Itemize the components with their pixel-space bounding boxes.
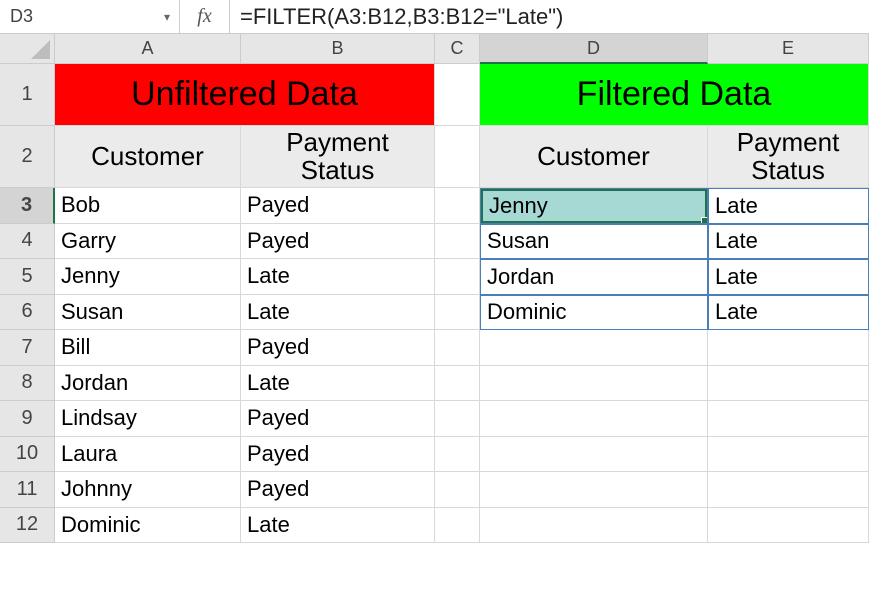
cell-e7[interactable] [708, 330, 869, 366]
cell-e12[interactable] [708, 508, 869, 544]
unfiltered-customer-header[interactable]: Customer [55, 126, 241, 188]
cell-a5[interactable]: Jenny [55, 259, 241, 295]
cell-e8[interactable] [708, 366, 869, 402]
cell-c6[interactable] [435, 295, 480, 331]
cell-c4[interactable] [435, 224, 480, 260]
cell-value: Jenny [489, 193, 548, 219]
cell-e5[interactable]: Late [708, 259, 869, 295]
cell-c1[interactable] [435, 64, 480, 126]
active-cell[interactable]: Jenny [481, 189, 707, 223]
cell-a8[interactable]: Jordan [55, 366, 241, 402]
cell-d6[interactable]: Dominic [480, 295, 708, 331]
cell-d7[interactable] [480, 330, 708, 366]
row-header-1[interactable]: 1 [0, 64, 55, 126]
chevron-down-icon[interactable]: ▾ [155, 10, 179, 24]
cell-b8[interactable]: Late [241, 366, 435, 402]
cell-c10[interactable] [435, 437, 480, 473]
col-header-c[interactable]: C [435, 34, 480, 64]
formula-input[interactable]: =FILTER(A3:B12,B3:B12="Late") [230, 0, 869, 33]
col-header-d[interactable]: D [480, 34, 708, 64]
cell-b5[interactable]: Late [241, 259, 435, 295]
cell-c2[interactable] [435, 126, 480, 188]
cell-a10[interactable]: Laura [55, 437, 241, 473]
cell-a12[interactable]: Dominic [55, 508, 241, 544]
filtered-title[interactable]: Filtered Data [480, 64, 869, 126]
name-box-value: D3 [0, 6, 155, 27]
cell-e4[interactable]: Late [708, 224, 869, 260]
cell-a3[interactable]: Bob [55, 188, 241, 224]
filtered-customer-header[interactable]: Customer [480, 126, 708, 188]
row-header-3[interactable]: 3 [0, 188, 55, 224]
select-all-corner[interactable] [0, 34, 55, 64]
cell-a7[interactable]: Bill [55, 330, 241, 366]
cell-a9[interactable]: Lindsay [55, 401, 241, 437]
cell-b7[interactable]: Payed [241, 330, 435, 366]
cell-a11[interactable]: Johnny [55, 472, 241, 508]
cell-e11[interactable] [708, 472, 869, 508]
cell-b10[interactable]: Payed [241, 437, 435, 473]
col-header-b[interactable]: B [241, 34, 435, 64]
cell-c11[interactable] [435, 472, 480, 508]
formula-bar: D3 ▾ fx =FILTER(A3:B12,B3:B12="Late") [0, 0, 869, 34]
cell-e10[interactable] [708, 437, 869, 473]
cell-e6[interactable]: Late [708, 295, 869, 331]
row-header-2[interactable]: 2 [0, 126, 55, 188]
cell-c12[interactable] [435, 508, 480, 544]
cell-c7[interactable] [435, 330, 480, 366]
cell-d5[interactable]: Jordan [480, 259, 708, 295]
unfiltered-payment-header[interactable]: Payment Status [241, 126, 435, 188]
cell-b9[interactable]: Payed [241, 401, 435, 437]
cell-c9[interactable] [435, 401, 480, 437]
row-header-9[interactable]: 9 [0, 401, 55, 437]
cell-b6[interactable]: Late [241, 295, 435, 331]
cell-d10[interactable] [480, 437, 708, 473]
fx-icon[interactable]: fx [180, 0, 230, 33]
cell-b4[interactable]: Payed [241, 224, 435, 260]
row-header-4[interactable]: 4 [0, 224, 55, 260]
cell-d3[interactable]: Jenny [480, 188, 708, 224]
col-header-a[interactable]: A [55, 34, 241, 64]
row-header-10[interactable]: 10 [0, 437, 55, 473]
cell-d4[interactable]: Susan [480, 224, 708, 260]
fill-handle[interactable] [701, 217, 708, 224]
cell-c5[interactable] [435, 259, 480, 295]
cell-d11[interactable] [480, 472, 708, 508]
filtered-payment-header[interactable]: Payment Status [708, 126, 869, 188]
cell-d8[interactable] [480, 366, 708, 402]
col-header-e[interactable]: E [708, 34, 869, 64]
cell-e9[interactable] [708, 401, 869, 437]
unfiltered-title[interactable]: Unfiltered Data [55, 64, 435, 126]
cell-b12[interactable]: Late [241, 508, 435, 544]
cell-b3[interactable]: Payed [241, 188, 435, 224]
row-header-7[interactable]: 7 [0, 330, 55, 366]
cell-c3[interactable] [435, 188, 480, 224]
row-header-5[interactable]: 5 [0, 259, 55, 295]
row-header-6[interactable]: 6 [0, 295, 55, 331]
row-header-11[interactable]: 11 [0, 472, 55, 508]
spreadsheet-grid[interactable]: A B C D E 1 Unfiltered Data Filtered Dat… [0, 34, 869, 543]
cell-a4[interactable]: Garry [55, 224, 241, 260]
cell-b11[interactable]: Payed [241, 472, 435, 508]
cell-d12[interactable] [480, 508, 708, 544]
cell-d9[interactable] [480, 401, 708, 437]
cell-c8[interactable] [435, 366, 480, 402]
cell-e3[interactable]: Late [708, 188, 869, 224]
row-header-12[interactable]: 12 [0, 508, 55, 544]
cell-a6[interactable]: Susan [55, 295, 241, 331]
name-box[interactable]: D3 ▾ [0, 0, 180, 33]
row-header-8[interactable]: 8 [0, 366, 55, 402]
